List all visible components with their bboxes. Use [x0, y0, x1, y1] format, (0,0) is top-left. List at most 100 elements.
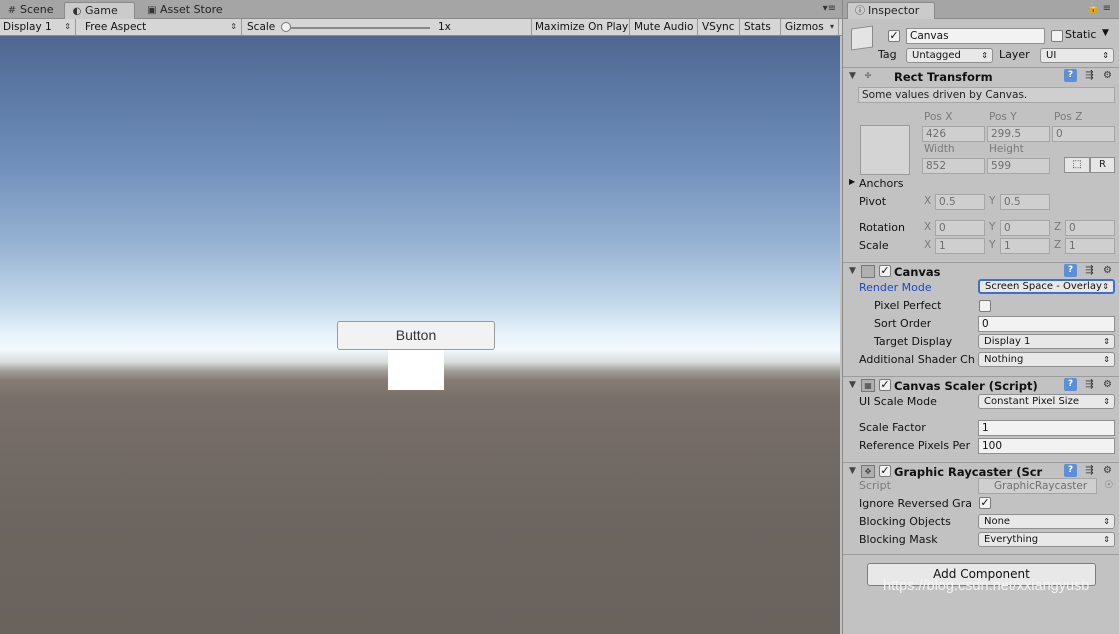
- game-ui-button[interactable]: Button: [337, 321, 495, 350]
- blocking-objects-dropdown[interactable]: None ⇕: [978, 514, 1115, 529]
- blocking-mask-dropdown[interactable]: Everything ⇕: [978, 532, 1115, 547]
- foldout-arrow-icon[interactable]: ▼: [849, 380, 856, 390]
- editor-tabbar: # Scene ◐ Game ▣ Asset Store ▾≡: [0, 0, 842, 19]
- aspect-dropdown[interactable]: Free Aspect ⇕: [82, 19, 242, 35]
- dropdown-arrows-icon: ⇕: [1103, 355, 1110, 364]
- static-checkbox[interactable]: [1051, 30, 1063, 42]
- pos-z-field[interactable]: 0: [1052, 126, 1115, 142]
- scale-z-axis-label: Z: [1054, 239, 1062, 251]
- driven-values-note: Some values driven by Canvas.: [858, 87, 1115, 103]
- scale-slider-thumb[interactable]: [281, 22, 291, 32]
- game-toolbar: Display 1 ⇕ Free Aspect ⇕ Scale 1x Maximiz…: [0, 19, 842, 36]
- graphic-raycaster-enabled-checkbox[interactable]: ✓: [879, 465, 891, 477]
- tab-asset-store[interactable]: ▣ Asset Store: [140, 2, 229, 19]
- help-icon[interactable]: ?: [1064, 264, 1077, 277]
- pivot-y-field[interactable]: 0.5: [1000, 194, 1050, 210]
- rotation-x-field[interactable]: 0: [935, 220, 985, 236]
- anchor-preset-preview[interactable]: [860, 125, 910, 175]
- preset-icon[interactable]: ⇶: [1083, 378, 1096, 391]
- canvas-enabled-checkbox[interactable]: ✓: [879, 265, 891, 277]
- scale-y-field[interactable]: 1: [1000, 238, 1050, 254]
- sort-order-field[interactable]: 0: [978, 316, 1115, 332]
- raw-edit-button[interactable]: R: [1090, 157, 1115, 173]
- scale-slider-track[interactable]: [285, 27, 430, 29]
- preset-icon[interactable]: ⇶: [1083, 69, 1096, 82]
- help-icon[interactable]: ?: [1064, 378, 1077, 391]
- tab-game[interactable]: ◐ Game: [64, 2, 135, 19]
- pos-y-field: 299.5: [987, 126, 1050, 142]
- shader-channels-dropdown[interactable]: Nothing ⇕: [978, 352, 1115, 367]
- component-header-icons: ? ⇶ ⚙: [1064, 264, 1116, 278]
- tab-inspector[interactable]: ⓘ Inspector: [847, 2, 935, 19]
- scale-x-field[interactable]: 1: [935, 238, 985, 254]
- rotation-z-field[interactable]: 0: [1065, 220, 1115, 236]
- tab-context-menu-icon[interactable]: ▾≡: [823, 3, 836, 14]
- gear-icon[interactable]: ⚙: [1101, 69, 1114, 82]
- scale-factor-field[interactable]: 1: [978, 420, 1115, 436]
- rotation-y-field[interactable]: 0: [1000, 220, 1050, 236]
- dropdown-arrows-icon: ⇕: [64, 22, 71, 31]
- script-field: GraphicRaycaster: [978, 478, 1097, 494]
- preset-icon[interactable]: ⇶: [1083, 264, 1096, 277]
- dropdown-arrows-icon: ⇕: [1103, 337, 1110, 346]
- script-label: Script: [859, 479, 891, 492]
- tag-dropdown[interactable]: Untagged ⇕: [906, 48, 993, 63]
- pixel-perfect-checkbox[interactable]: [979, 300, 991, 312]
- maximize-on-play-toggle[interactable]: Maximize On Play: [532, 19, 630, 35]
- canvas-component-icon: [861, 265, 875, 278]
- preset-icon[interactable]: ⇶: [1083, 464, 1096, 477]
- mute-audio-toggle[interactable]: Mute Audio: [631, 19, 698, 35]
- layer-dropdown[interactable]: UI ⇕: [1040, 48, 1114, 63]
- info-icon: ⓘ: [855, 6, 865, 17]
- foldout-arrow-icon[interactable]: ▼: [849, 466, 856, 476]
- canvas-scaler-enabled-checkbox[interactable]: ✓: [879, 379, 891, 391]
- canvas-component-header[interactable]: ▼ ✓ Canvas ? ⇶ ⚙: [843, 262, 1119, 280]
- blueprint-mode-button[interactable]: ⬚: [1064, 157, 1090, 173]
- help-icon[interactable]: ?: [1064, 464, 1077, 477]
- gear-icon[interactable]: ⚙: [1101, 378, 1114, 391]
- scale-y-axis-label: Y: [989, 239, 996, 251]
- stats-toggle[interactable]: Stats: [741, 19, 781, 35]
- rect-transform-header[interactable]: ▼ ✢ Rect Transform ? ⇶ ⚙: [843, 67, 1119, 85]
- display-dropdown[interactable]: Display 1 ⇕: [0, 19, 76, 35]
- ignore-reversed-label: Ignore Reversed Gra: [859, 497, 972, 510]
- render-mode-label: Render Mode: [859, 281, 932, 294]
- tab-scene[interactable]: # Scene: [0, 2, 60, 19]
- gear-icon[interactable]: ⚙: [1101, 464, 1114, 477]
- game-pacman-icon: ◐: [72, 6, 82, 17]
- width-field: 852: [922, 158, 985, 174]
- pivot-x-field[interactable]: 0.5: [935, 194, 985, 210]
- scale-label: Scale: [859, 239, 889, 252]
- target-display-label: Target Display: [874, 335, 953, 348]
- tag-label: Tag: [878, 48, 897, 61]
- canvas-scaler-header[interactable]: ▼ ▦ ✓ Canvas Scaler (Script) ? ⇶ ⚙: [843, 376, 1119, 394]
- gear-icon[interactable]: ⚙: [1101, 264, 1114, 277]
- anchors-label[interactable]: Anchors: [859, 177, 904, 190]
- static-dropdown-arrow-icon[interactable]: ▼: [1102, 28, 1109, 38]
- gizmos-dropdown[interactable]: Gizmos ▾: [782, 19, 839, 35]
- height-field: 599: [987, 158, 1050, 174]
- help-icon[interactable]: ?: [1064, 69, 1077, 82]
- raycaster-component-icon: ✥: [861, 465, 875, 478]
- lock-icon[interactable]: 🔒≡: [1087, 3, 1114, 14]
- dropdown-arrows-icon: ⇕: [1103, 535, 1110, 544]
- ignore-reversed-checkbox[interactable]: ✓: [979, 497, 991, 509]
- vsync-toggle[interactable]: VSync: [699, 19, 740, 35]
- render-mode-dropdown[interactable]: Screen Space - Overlay ⇕: [978, 279, 1115, 294]
- pivot-label: Pivot: [859, 195, 887, 208]
- ui-scale-mode-dropdown[interactable]: Constant Pixel Size ⇕: [978, 394, 1115, 409]
- foldout-arrow-icon[interactable]: ▼: [849, 266, 856, 276]
- game-viewport[interactable]: Button: [0, 36, 840, 634]
- width-label: Width: [924, 143, 955, 155]
- anchors-foldout-icon[interactable]: ▶: [849, 177, 855, 186]
- scale-z-field[interactable]: 1: [1065, 238, 1115, 254]
- pos-y-label: Pos Y: [989, 111, 1017, 123]
- target-display-dropdown[interactable]: Display 1 ⇕: [978, 334, 1115, 349]
- foldout-arrow-icon[interactable]: ▼: [849, 71, 856, 81]
- active-checkbox[interactable]: ✓: [888, 30, 900, 42]
- reference-ppu-field[interactable]: 100: [978, 438, 1115, 454]
- object-name-field[interactable]: Canvas: [906, 28, 1045, 44]
- pivot-y-axis-label: Y: [989, 195, 996, 207]
- object-picker-icon[interactable]: ☉: [1104, 479, 1113, 491]
- game-ui-image: [388, 350, 444, 390]
